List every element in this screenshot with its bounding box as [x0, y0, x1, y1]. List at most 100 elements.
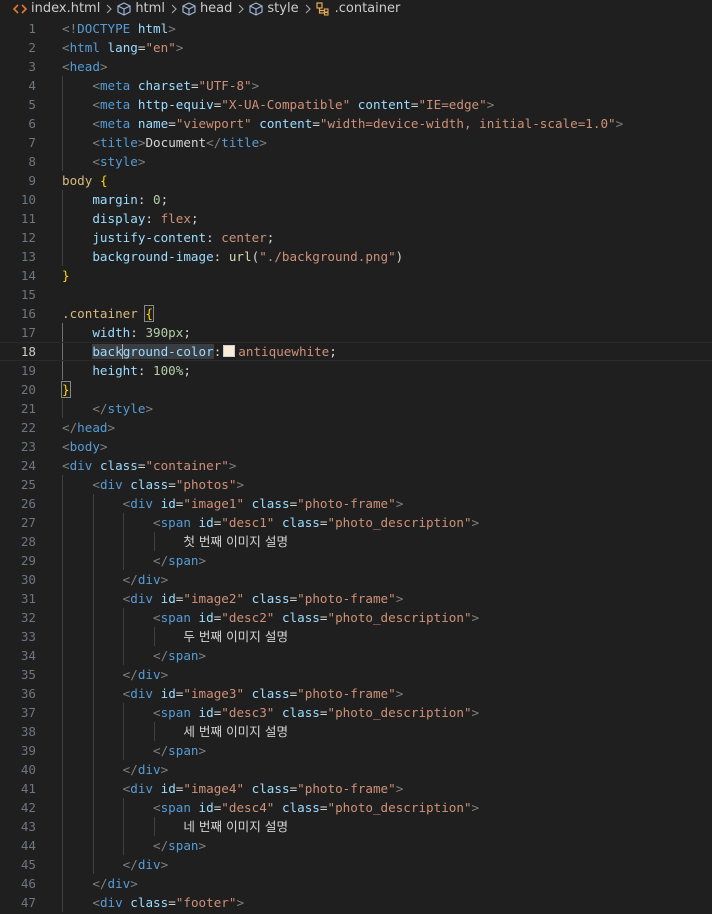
- code-line[interactable]: 46 </div>: [0, 874, 712, 893]
- code-token: >: [471, 705, 480, 720]
- code-line[interactable]: 32 <span id="desc2" class="photo_descrip…: [0, 608, 712, 627]
- code-line[interactable]: 11 display: flex;: [0, 209, 712, 228]
- code-token: >: [198, 648, 207, 663]
- code-line[interactable]: 31 <div id="image2" class="photo-frame">: [0, 589, 712, 608]
- line-number: 6: [28, 116, 36, 131]
- line-number: 38: [20, 724, 36, 739]
- code-token: div: [137, 667, 161, 682]
- code-token: </: [122, 762, 138, 777]
- code-line[interactable]: 40 </div>: [0, 760, 712, 779]
- code-line[interactable]: 27 <span id="desc1" class="photo_descrip…: [0, 513, 712, 532]
- code-line[interactable]: 21 </style>: [0, 399, 712, 418]
- breadcrumb-item-container[interactable]: .container: [315, 1, 400, 16]
- code-line[interactable]: 44 </span>: [0, 836, 712, 855]
- code-line[interactable]: 47 <div class="footer">: [0, 893, 712, 912]
- code-line[interactable]: 1 <!DOCTYPE html>: [0, 19, 712, 38]
- code-token: "photo-frame": [297, 496, 396, 511]
- line-number: 15: [20, 287, 36, 302]
- breadcrumb-item-head[interactable]: head: [182, 1, 232, 16]
- code-line[interactable]: 41 <div id="image4" class="photo-frame">: [0, 779, 712, 798]
- code-line[interactable]: 6 <meta name="viewport" content="width=d…: [0, 114, 712, 133]
- line-number: 7: [28, 135, 36, 150]
- code-line[interactable]: 19 height: 100%;: [0, 361, 712, 380]
- code-token: "width=device-width, initial-scale=1.0": [319, 116, 616, 131]
- code-token: ;: [183, 363, 191, 378]
- breadcrumb-item-html[interactable]: html: [117, 1, 165, 16]
- code-line[interactable]: 29 </span>: [0, 551, 712, 570]
- code-line[interactable]: 25 <div class="photos">: [0, 475, 712, 494]
- code-line[interactable]: 23 <body>: [0, 437, 712, 456]
- code-line[interactable]: 22 </head>: [0, 418, 712, 437]
- code-line[interactable]: 17 width: 390px;: [0, 323, 712, 342]
- code-line[interactable]: 20}: [0, 380, 712, 399]
- code-token: span: [160, 515, 191, 530]
- code-line[interactable]: 5 <meta http-equiv="X-UA-Compatible" con…: [0, 95, 712, 114]
- code-token: body: [69, 439, 100, 454]
- code-line[interactable]: 15: [0, 285, 712, 304]
- code-line[interactable]: 4 <meta charset="UTF-8">: [0, 76, 712, 95]
- code-text: </div>: [62, 855, 169, 874]
- line-number: 40: [20, 762, 36, 777]
- code-text: <!DOCTYPE html>: [62, 19, 176, 38]
- code-line[interactable]: 13 background-image: url("./background.p…: [0, 247, 712, 266]
- code-line[interactable]: 39 </span>: [0, 741, 712, 760]
- code-line[interactable]: 8 <style>: [0, 152, 712, 171]
- code-token: class: [251, 496, 290, 511]
- code-line[interactable]: 36 <div id="image3" class="photo-frame">: [0, 684, 712, 703]
- code-token: :: [213, 249, 229, 264]
- code-line[interactable]: 42 <span id="desc4" class="photo_descrip…: [0, 798, 712, 817]
- code-line[interactable]: 7 <title>Document</title>: [0, 133, 712, 152]
- code-line[interactable]: 24 <div class="container">: [0, 456, 712, 475]
- code-text: .container {: [62, 304, 154, 323]
- code-line[interactable]: 16 .container {: [0, 304, 712, 323]
- code-line[interactable]: 12 justify-content: center;: [0, 228, 712, 247]
- code-line[interactable]: 30 </div>: [0, 570, 712, 589]
- code-token: <!: [62, 21, 78, 36]
- code-line[interactable]: 26 <div id="image1" class="photo-frame">: [0, 494, 712, 513]
- code-token: <: [153, 800, 161, 815]
- code-line[interactable]: 28 첫 번째 이미지 설명: [0, 532, 712, 551]
- code-line[interactable]: 45 </div>: [0, 855, 712, 874]
- code-token: </: [153, 838, 169, 853]
- line-number: 19: [20, 363, 36, 378]
- line-number: 4: [28, 78, 36, 93]
- code-line[interactable]: 2 <html lang="en">: [0, 38, 712, 57]
- code-token: ;: [183, 325, 191, 340]
- code-line[interactable]: 3 <head>: [0, 57, 712, 76]
- code-area[interactable]: 1 <!DOCTYPE html> 2 <html lang="en"> 3 <head>…: [0, 19, 712, 912]
- code-line[interactable]: 14}: [0, 266, 712, 285]
- code-token: url: [228, 249, 252, 264]
- color-swatch[interactable]: [223, 345, 236, 357]
- line-number: 1: [28, 21, 36, 36]
- code-line[interactable]: 38 세 번째 이미지 설명: [0, 722, 712, 741]
- code-line[interactable]: 43 네 번째 이미지 설명: [0, 817, 712, 836]
- code-token: div: [130, 496, 154, 511]
- code-token: meta: [99, 97, 131, 112]
- code-token: "desc4": [221, 800, 275, 815]
- code-text: 네 번째 이미지 설명: [62, 817, 288, 836]
- code-line[interactable]: 9 body {: [0, 171, 712, 190]
- code-line[interactable]: 34 </span>: [0, 646, 712, 665]
- code-line[interactable]: 10 margin: 0;: [0, 190, 712, 209]
- code-token: content: [357, 97, 411, 112]
- breadcrumb-item-style[interactable]: style: [249, 1, 299, 16]
- code-text: <html lang="en">: [62, 38, 183, 57]
- code-token: ground-color: [122, 344, 214, 359]
- code-token: title: [99, 135, 138, 150]
- code-token: lang: [107, 40, 138, 55]
- code-line[interactable]: 35 </div>: [0, 665, 712, 684]
- breadcrumb-item-file[interactable]: index.html: [13, 1, 100, 16]
- code-token: background-image: [92, 249, 214, 264]
- code-line[interactable]: 37 <span id="desc3" class="photo_descrip…: [0, 703, 712, 722]
- line-number: 31: [20, 591, 36, 606]
- code-editor[interactable]: index.html html head style .container 1 …: [0, 0, 712, 914]
- code-line[interactable]: 33 두 번째 이미지 설명: [0, 627, 712, 646]
- code-token: height: [92, 363, 138, 378]
- code-line[interactable]: 18 background-color: antiquewhite;: [0, 342, 712, 361]
- code-token: >: [160, 762, 169, 777]
- cube-icon: [249, 1, 264, 16]
- code-text: margin: 0;: [62, 190, 168, 209]
- code-token: <: [62, 40, 70, 55]
